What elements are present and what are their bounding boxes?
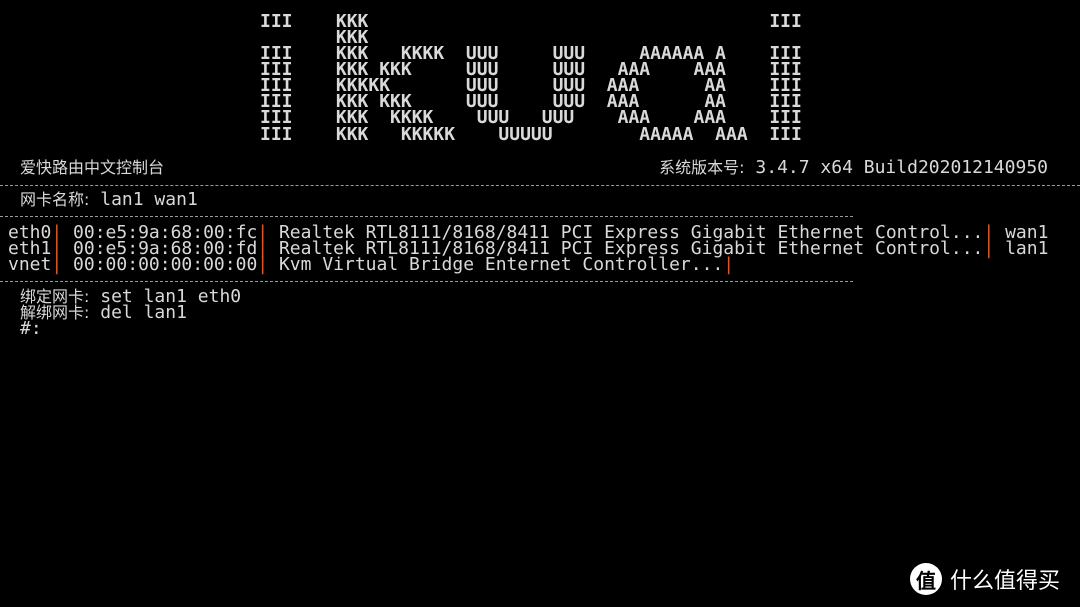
help-cmd: del lan1: [100, 302, 187, 323]
version-value: 3.4.7 x64 Build202012140950: [755, 157, 1048, 178]
help-unbind: 解绑网卡: del lan1: [20, 302, 187, 323]
divider: [0, 216, 853, 217]
nic-names-value: lan1 wan1: [100, 189, 198, 210]
console-title: 爱快路由中文控制台: [20, 160, 164, 176]
divider: [0, 185, 1080, 186]
watermark: 值 什么值得买: [909, 563, 1060, 595]
iface-binding: lan1: [1005, 238, 1049, 259]
table-row: vnet| 00:00:00:00:00:00| Kvm Virtual Bri…: [8, 254, 735, 275]
separator: |: [51, 254, 63, 275]
iface-desc: Kvm Virtual Bridge Enternet Controller..…: [278, 254, 724, 275]
version-info: 系统版本号: 3.4.7 x64 Build202012140950: [659, 157, 1048, 178]
nic-names: 网卡名称: lan1 wan1: [20, 189, 198, 210]
divider: [0, 281, 853, 282]
title-text: 爱快路由中文控制台: [20, 158, 165, 177]
banner-line: III KKK KKKKK UUUUU AAAAA AAA III: [260, 124, 802, 145]
command-prompt[interactable]: #:: [20, 320, 42, 338]
separator: |: [983, 238, 995, 259]
separator: |: [257, 254, 269, 275]
iface-name: vnet: [8, 254, 52, 275]
mac-address: 00:00:00:00:00:00: [73, 254, 258, 275]
separator: |: [723, 254, 735, 275]
version-label: 系统版本号:: [659, 158, 745, 177]
watermark-logo: 值: [909, 563, 942, 595]
nic-names-label: 网卡名称:: [20, 190, 90, 209]
watermark-text: 什么值得买: [949, 569, 1060, 594]
